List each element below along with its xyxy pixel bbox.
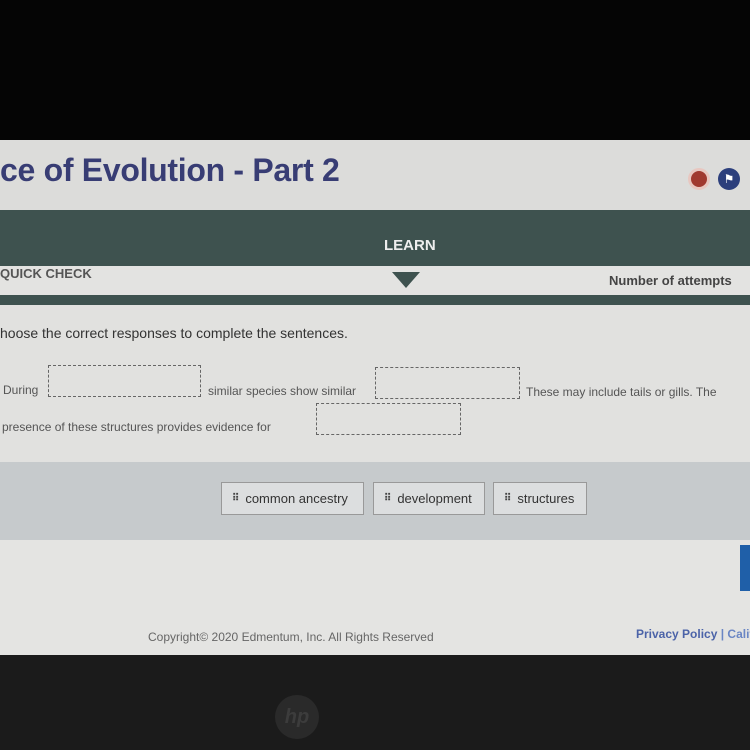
active-tab-pointer (392, 272, 420, 288)
drag-handle-icon: ⠿ (384, 493, 392, 504)
submit-button[interactable] (740, 545, 750, 591)
drop-zone-2[interactable] (375, 367, 520, 399)
attempts-label: Number of attempts (609, 273, 732, 288)
settings-icon[interactable] (688, 168, 710, 190)
instruction: hoose the correct responses to complete … (0, 325, 348, 341)
flag-icon[interactable]: ⚑ (718, 168, 740, 190)
option-label: common ancestry (245, 491, 348, 506)
option-label: development (397, 491, 472, 506)
option-chip[interactable]: ⠿ development (373, 482, 485, 515)
privacy-policy-link[interactable]: Privacy Policy (636, 627, 717, 641)
sentence-text: During (3, 383, 39, 397)
footer-links: Privacy Policy | Califo (636, 627, 750, 641)
option-chip[interactable]: ⠿ common ancestry (221, 482, 364, 515)
monitor-bezel (0, 655, 750, 750)
sentence-text: similar species show similar (208, 384, 357, 398)
divider (0, 295, 750, 305)
page-title: ce of Evolution - Part 2 (0, 152, 340, 188)
section-label: QUICK CHECK (0, 266, 92, 281)
sentence-text: These may include tails or gills. The (526, 385, 717, 399)
california-link[interactable]: | Califo (721, 627, 750, 641)
tab-learn[interactable]: LEARN (384, 237, 436, 254)
sentence-text: presence of these structures provides ev… (2, 420, 271, 434)
copyright: Copyright© 2020 Edmentum, Inc. All Right… (148, 630, 434, 644)
drop-zone-3[interactable] (316, 403, 461, 435)
nav-bar (0, 210, 750, 272)
hp-logo: hp (275, 695, 319, 739)
option-label: structures (517, 491, 575, 506)
drag-handle-icon: ⠿ (232, 493, 240, 504)
drop-zone-1[interactable] (48, 365, 201, 397)
option-chip[interactable]: ⠿ structures (493, 482, 587, 515)
drag-handle-icon: ⠿ (504, 493, 512, 504)
